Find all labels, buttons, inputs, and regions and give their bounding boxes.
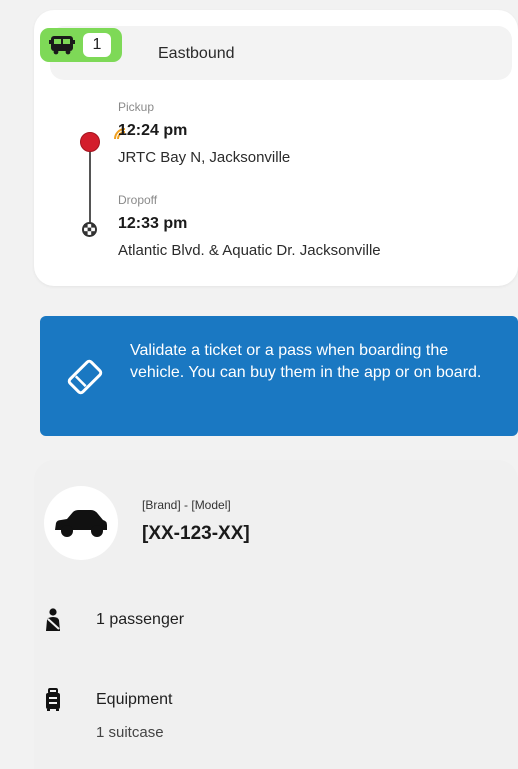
bus-icon bbox=[49, 36, 75, 55]
pickup-time: 12:24 pm bbox=[118, 122, 188, 139]
pickup-place: JRTC Bay N, Jacksonville bbox=[118, 149, 291, 166]
car-avatar bbox=[44, 486, 118, 560]
timeline-connector bbox=[89, 141, 91, 229]
ticket-info-banner: Validate a ticket or a pass when boardin… bbox=[40, 316, 518, 436]
luggage-icon bbox=[46, 688, 60, 711]
dropoff-place: Atlantic Blvd. & Aquatic Dr. Jacksonvill… bbox=[118, 242, 381, 259]
passenger-seatbelt-icon bbox=[46, 608, 60, 631]
pickup-label: Pickup bbox=[118, 100, 155, 114]
ticket-icon bbox=[67, 359, 103, 395]
ticket-info-text: Validate a ticket or a pass when boardin… bbox=[130, 342, 482, 381]
license-plate: [XX-123-XX] bbox=[142, 523, 250, 544]
ride-details-screen: 1 Eastbound Pickup 12:24 pm JRTC Bay N, … bbox=[0, 0, 518, 769]
passenger-count: 1 passenger bbox=[96, 611, 185, 628]
pickup-marker bbox=[80, 132, 100, 152]
trip-card: 1 Eastbound Pickup 12:24 pm JRTC Bay N, … bbox=[34, 10, 518, 286]
dropoff-time: 12:33 pm bbox=[118, 215, 188, 232]
line-number: 1 bbox=[83, 33, 111, 57]
dropoff-marker bbox=[82, 222, 97, 237]
vehicle-card: [Brand] - [Model] [XX-123-XX] 1 passenge… bbox=[34, 460, 518, 769]
direction-label: Eastbound bbox=[158, 45, 235, 62]
dropoff-label: Dropoff bbox=[118, 193, 158, 207]
equipment-detail: 1 suitcase bbox=[96, 724, 164, 741]
vehicle-brand-model: [Brand] - [Model] bbox=[142, 498, 231, 512]
equipment-title: Equipment bbox=[96, 691, 173, 708]
car-icon bbox=[55, 510, 107, 537]
line-badge: 1 bbox=[40, 28, 122, 62]
